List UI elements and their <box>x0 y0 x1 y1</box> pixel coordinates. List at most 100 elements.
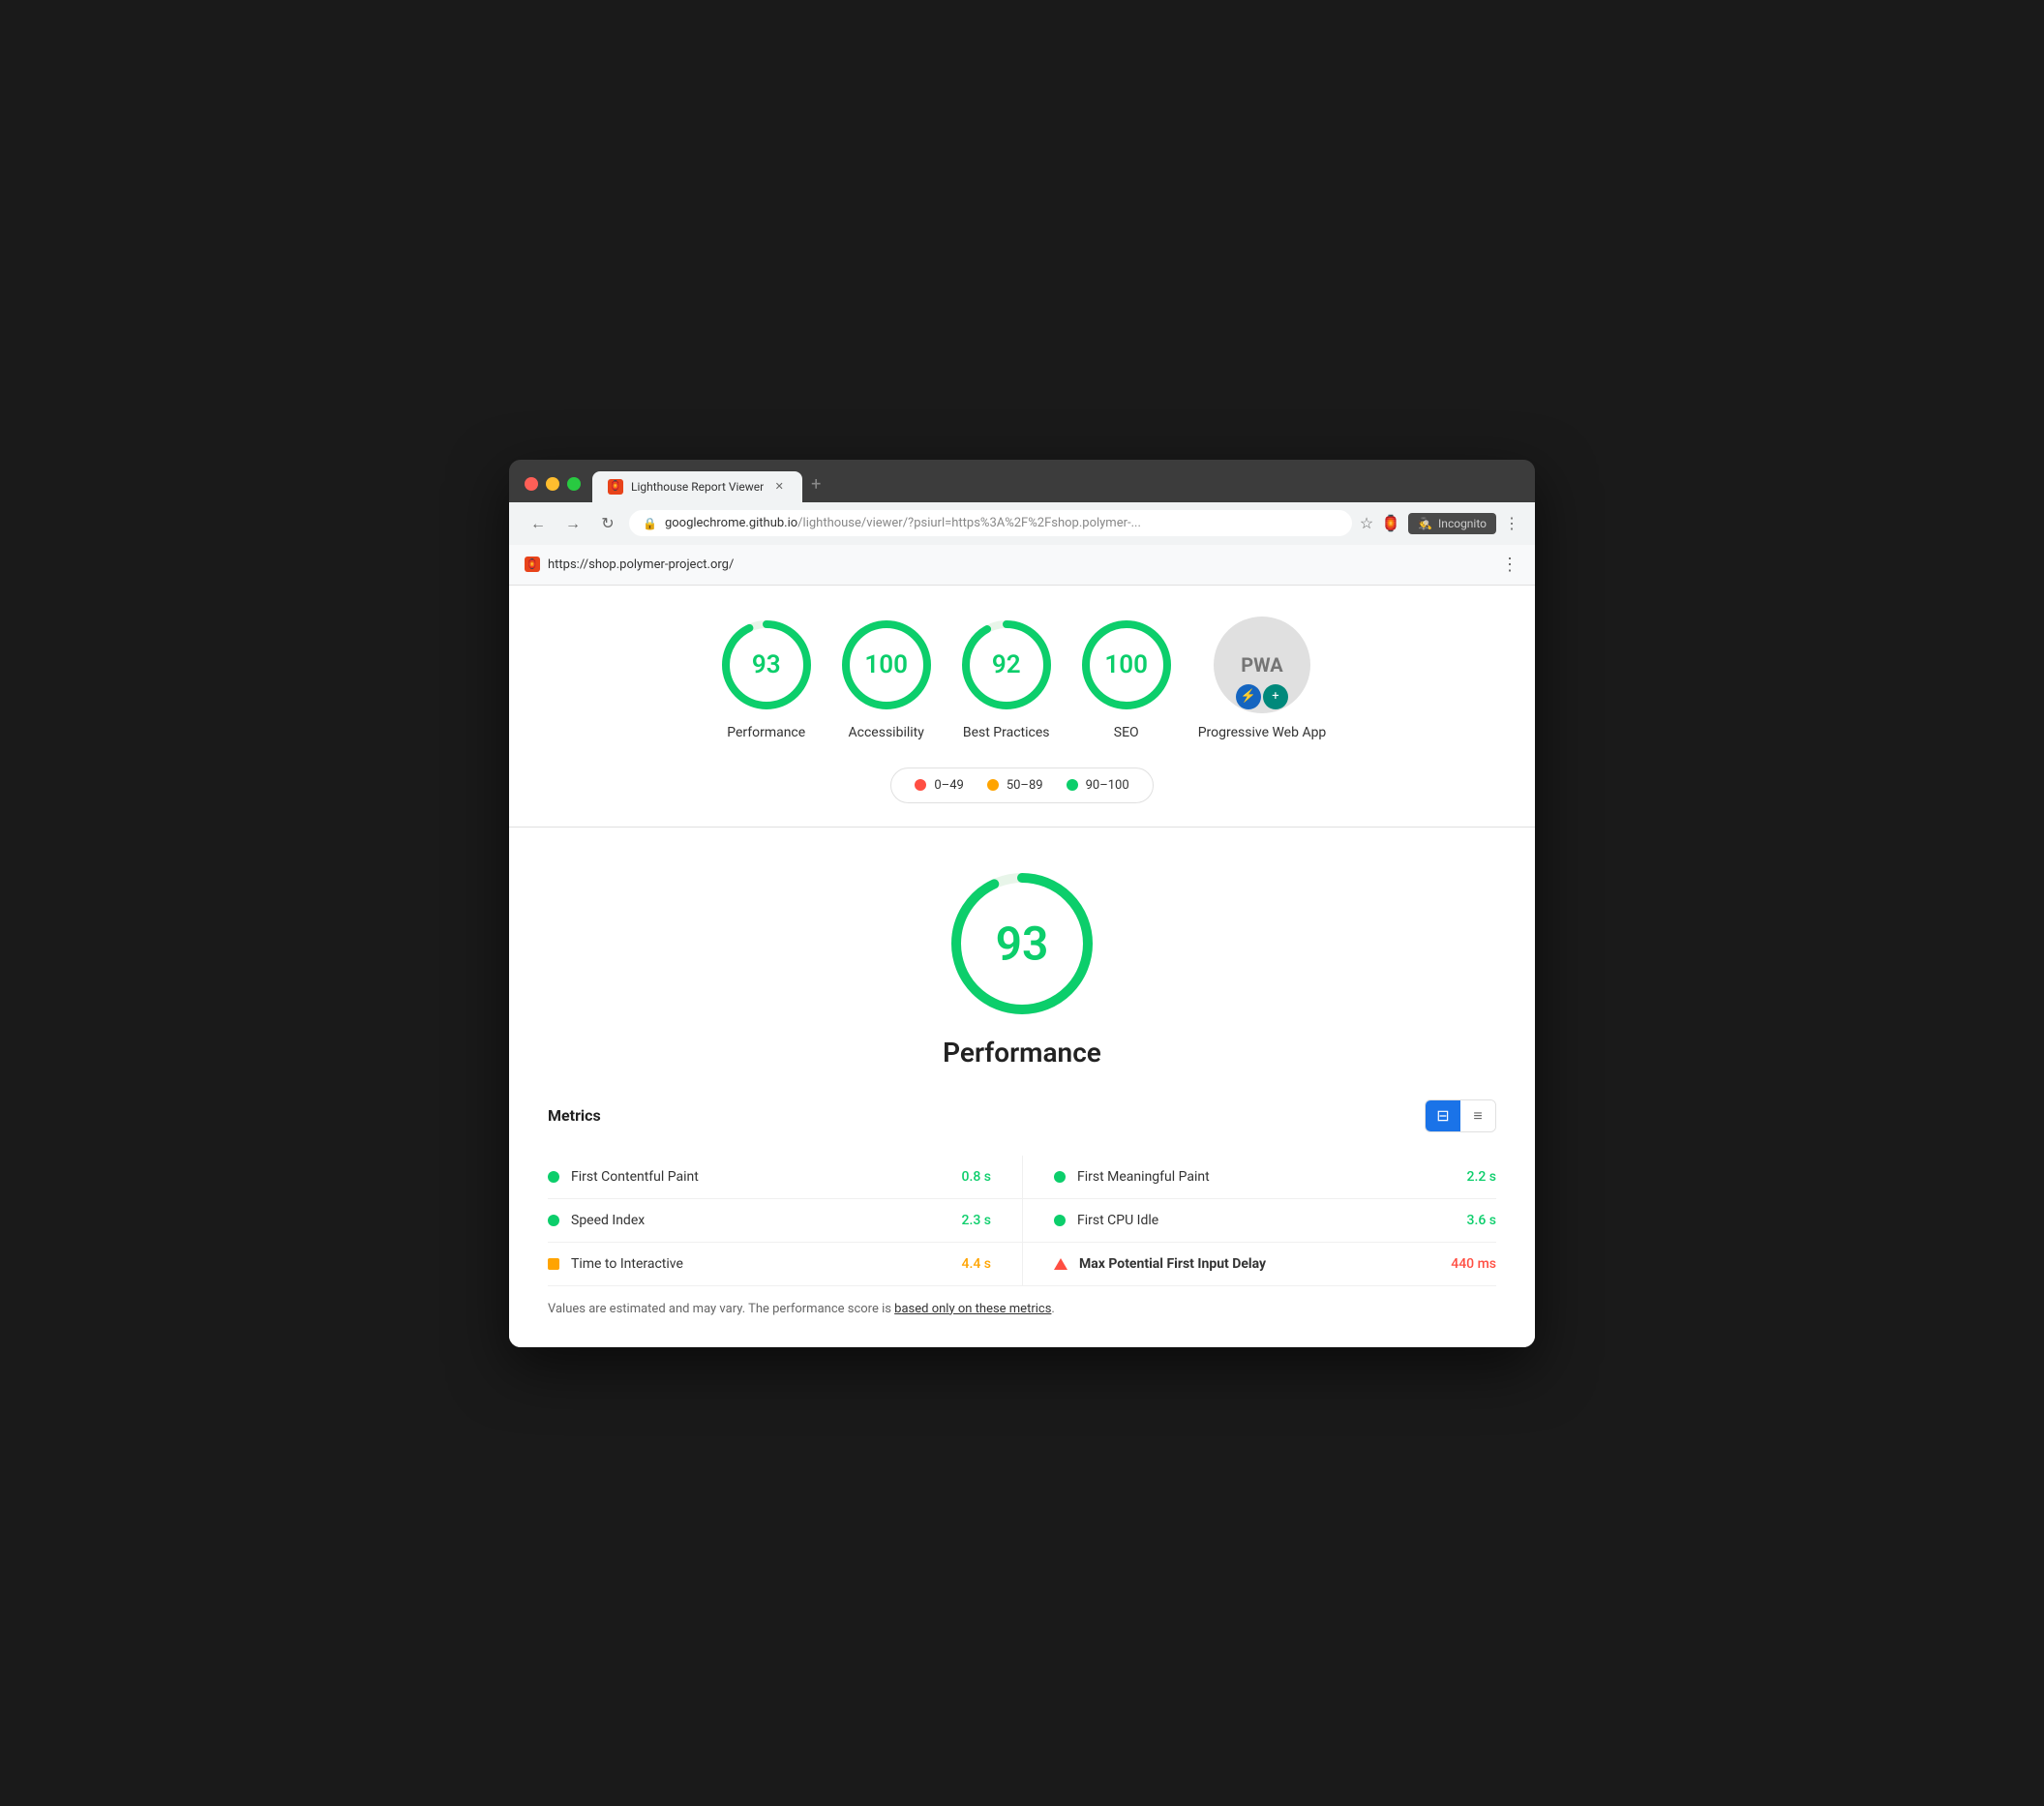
bookmark-icon[interactable]: ☆ <box>1360 514 1373 532</box>
traffic-lights <box>525 477 581 502</box>
metric-speed-index[interactable]: Speed Index 2.3 s <box>548 1199 1022 1243</box>
metrics-left-column: First Contentful Paint 0.8 s Speed Index… <box>548 1156 1022 1286</box>
footnote-link[interactable]: based only on these metrics <box>894 1302 1051 1316</box>
site-url: https://shop.polymer-project.org/ <box>548 557 1493 572</box>
accessibility-label: Accessibility <box>849 725 924 740</box>
footnote-text-after: . <box>1051 1302 1054 1316</box>
tab-close-button[interactable]: ✕ <box>771 479 787 495</box>
back-button[interactable]: ← <box>525 510 552 537</box>
metric-dot-si <box>548 1215 559 1226</box>
performance-label: Performance <box>727 725 805 740</box>
seo-label: SEO <box>1114 725 1139 740</box>
legend-inner: 0–49 50–89 90–100 <box>890 768 1153 803</box>
performance-large-score: 93 <box>996 916 1049 971</box>
score-card-accessibility[interactable]: 100 Accessibility <box>838 617 935 740</box>
metric-name-fmp: First Meaningful Paint <box>1077 1169 1456 1185</box>
info-bar: 🏮 https://shop.polymer-project.org/ ⋮ <box>509 545 1535 586</box>
toggle-grid-button[interactable]: ⊟ <box>1426 1100 1460 1131</box>
metrics-header: Metrics ⊟ ≡ <box>548 1099 1496 1140</box>
metric-name-si: Speed Index <box>571 1213 950 1228</box>
metrics-toggle: ⊟ ≡ <box>1425 1099 1496 1132</box>
best-practices-label: Best Practices <box>963 725 1050 740</box>
url-bar[interactable]: 🔒 googlechrome.github.io/lighthouse/view… <box>629 510 1352 536</box>
legend-dot-green <box>1067 779 1078 791</box>
browser-window: 🏮 Lighthouse Report Viewer ✕ + ← → ↻ 🔒 g… <box>509 460 1535 1347</box>
score-card-best-practices[interactable]: 92 Best Practices <box>958 617 1055 740</box>
accessibility-circle: 100 <box>838 617 935 713</box>
incognito-icon: 🕵️ <box>1418 517 1432 530</box>
metric-first-contentful-paint[interactable]: First Contentful Paint 0.8 s <box>548 1156 1022 1199</box>
url-path: /lighthouse/viewer/?psiurl=https%3A%2F%2… <box>797 516 1141 530</box>
minimize-traffic-light[interactable] <box>546 477 559 491</box>
legend-dot-orange <box>987 779 999 791</box>
score-legend: 0–49 50–89 90–100 <box>548 768 1496 803</box>
legend-range-fail: 0–49 <box>934 778 963 793</box>
pwa-offline-badge: ⚡ <box>1236 684 1261 709</box>
seo-circle: 100 <box>1078 617 1175 713</box>
metric-value-fci: 3.6 s <box>1467 1213 1497 1228</box>
legend-range-average: 50–89 <box>1007 778 1043 793</box>
pwa-circle: PWA ⚡ + <box>1214 617 1310 713</box>
scores-section: 93 Performance 100 Accessibility <box>509 586 1535 828</box>
metric-max-potential-fid[interactable]: Max Potential First Input Delay 440 ms <box>1022 1243 1496 1286</box>
performance-section: 93 Performance Metrics ⊟ ≡ <box>509 828 1535 1347</box>
tab-title: Lighthouse Report Viewer <box>631 480 764 494</box>
performance-large-circle: 93 <box>945 866 1099 1021</box>
title-bar: 🏮 Lighthouse Report Viewer ✕ + <box>509 460 1535 502</box>
maximize-traffic-light[interactable] <box>567 477 581 491</box>
metric-name-fci: First CPU Idle <box>1077 1213 1456 1228</box>
metrics-footnote: Values are estimated and may vary. The p… <box>548 1302 1496 1316</box>
metric-triangle-fid <box>1054 1258 1067 1270</box>
pwa-installable-badge: + <box>1263 684 1288 709</box>
metric-first-meaningful-paint[interactable]: First Meaningful Paint 2.2 s <box>1022 1156 1496 1199</box>
score-card-pwa[interactable]: PWA ⚡ + Progressive Web App <box>1198 617 1327 740</box>
browser-menu-icon[interactable]: ⋮ <box>1504 514 1519 532</box>
extension-icon[interactable]: 🏮 <box>1381 514 1400 532</box>
active-tab[interactable]: 🏮 Lighthouse Report Viewer ✕ <box>592 471 802 502</box>
legend-item-fail: 0–49 <box>915 778 963 793</box>
performance-circle: 93 <box>718 617 815 713</box>
pwa-badges: ⚡ + <box>1236 684 1288 709</box>
footnote-text-before: Values are estimated and may vary. The p… <box>548 1302 894 1316</box>
score-cards: 93 Performance 100 Accessibility <box>548 617 1496 740</box>
forward-button[interactable]: → <box>559 510 586 537</box>
metric-value-fmp: 2.2 s <box>1467 1169 1497 1185</box>
close-traffic-light[interactable] <box>525 477 538 491</box>
legend-item-pass: 90–100 <box>1067 778 1129 793</box>
metric-dot-fcp <box>548 1171 559 1183</box>
site-favicon-icon: 🏮 <box>525 557 540 572</box>
metric-square-tti <box>548 1258 559 1270</box>
performance-section-title: Performance <box>943 1037 1101 1069</box>
metric-name-fcp: First Contentful Paint <box>571 1169 950 1185</box>
pwa-label: Progressive Web App <box>1198 725 1327 740</box>
reload-button[interactable]: ↻ <box>594 510 621 537</box>
score-card-seo[interactable]: 100 SEO <box>1078 617 1175 740</box>
metric-value-tti: 4.4 s <box>962 1256 992 1272</box>
info-menu-icon[interactable]: ⋮ <box>1501 555 1519 575</box>
page-content: 93 Performance 100 Accessibility <box>509 586 1535 1347</box>
lock-icon: 🔒 <box>643 517 657 530</box>
score-card-performance[interactable]: 93 Performance <box>718 617 815 740</box>
seo-score: 100 <box>1104 650 1148 679</box>
performance-score-area: 93 Performance <box>548 866 1496 1069</box>
metric-time-to-interactive[interactable]: Time to Interactive 4.4 s <box>548 1243 1022 1286</box>
accessibility-score: 100 <box>864 650 908 679</box>
url-text: googlechrome.github.io/lighthouse/viewer… <box>665 516 1141 530</box>
metrics-section: Metrics ⊟ ≡ First Contentful Paint 0.8 s <box>548 1099 1496 1316</box>
metric-first-cpu-idle[interactable]: First CPU Idle 3.6 s <box>1022 1199 1496 1243</box>
url-domain: googlechrome.github.io <box>665 516 797 530</box>
metric-name-tti: Time to Interactive <box>571 1256 950 1272</box>
legend-dot-red <box>915 779 926 791</box>
new-tab-button[interactable]: + <box>802 471 829 498</box>
metric-name-fid: Max Potential First Input Delay <box>1079 1256 1439 1272</box>
incognito-badge: 🕵️ Incognito <box>1408 513 1496 534</box>
metrics-right-column: First Meaningful Paint 2.2 s First CPU I… <box>1022 1156 1496 1286</box>
metric-value-fid: 440 ms <box>1451 1256 1496 1272</box>
metric-value-si: 2.3 s <box>962 1213 992 1228</box>
metrics-grid: First Contentful Paint 0.8 s Speed Index… <box>548 1156 1496 1286</box>
tab-favicon-icon: 🏮 <box>608 479 623 495</box>
toggle-list-button[interactable]: ≡ <box>1460 1100 1495 1131</box>
metrics-title: Metrics <box>548 1106 601 1125</box>
performance-score: 93 <box>752 650 781 679</box>
metric-value-fcp: 0.8 s <box>962 1169 992 1185</box>
